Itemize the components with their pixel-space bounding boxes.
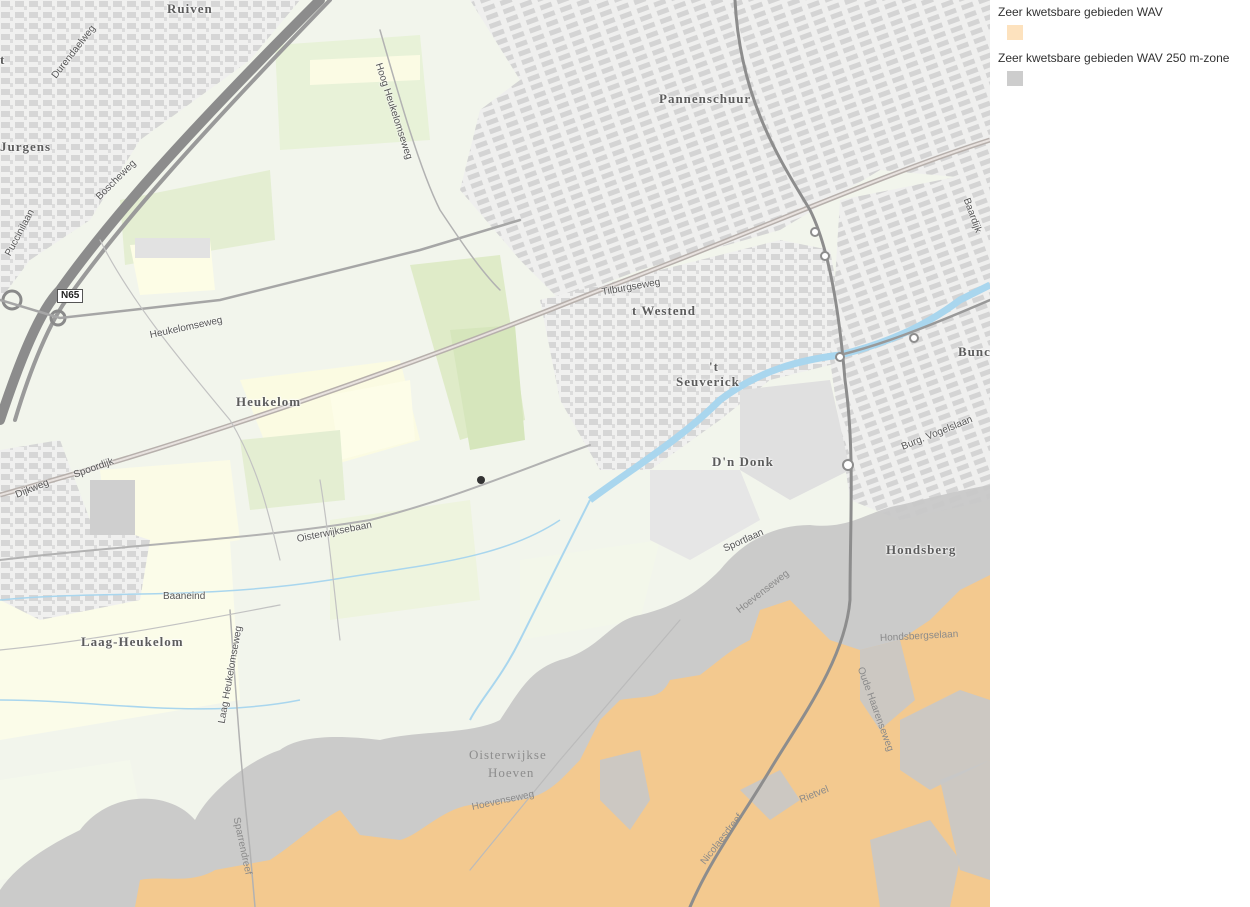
legend-item-wav: Zeer kwetsbare gebieden WAV <box>998 5 1163 40</box>
place-label-hondsberg: Hondsberg <box>886 542 957 557</box>
place-label-dn-donk: D'n Donk <box>712 454 774 469</box>
place-label-ruiven: Ruiven <box>167 1 213 16</box>
legend-panel: Zeer kwetsbare gebieden WAV Zeer kwetsba… <box>990 0 1250 907</box>
place-label-laag-heukelom: Laag-Heukelom <box>81 634 184 649</box>
place-label-seuverick-prefix: 't <box>709 359 719 374</box>
place-label-jurgens: Jurgens <box>0 139 52 154</box>
legend-swatch-wav-250m <box>1007 71 1023 86</box>
place-label-seuverick: Seuverick <box>676 374 740 389</box>
place-label-oisterwijkse: Oisterwijkse <box>469 747 547 762</box>
legend-label-wav: Zeer kwetsbare gebieden WAV <box>998 5 1163 19</box>
legend-item-wav-250m: Zeer kwetsbare gebieden WAV 250 m-zone <box>998 51 1229 86</box>
street-label-baaneind: Baaneind <box>163 591 206 602</box>
legend-swatch-wav <box>1007 25 1023 40</box>
location-marker[interactable] <box>477 476 485 484</box>
place-label-pannenschuur: Pannenschuur <box>659 91 752 106</box>
place-label-hoeven: Hoeven <box>488 765 535 780</box>
legend-label-wav-250m: Zeer kwetsbare gebieden WAV 250 m-zone <box>998 51 1230 65</box>
place-label-bunc: Bunc <box>958 344 990 359</box>
place-label-westend: t Westend <box>632 303 697 318</box>
place-label-heukelom: Heukelom <box>236 394 302 409</box>
road-shield-n65: N65 <box>57 289 84 303</box>
map-view[interactable]: Ruiven Jurgens Pannenschuur t Westend 't… <box>0 0 990 907</box>
place-label-t: t <box>0 52 6 67</box>
